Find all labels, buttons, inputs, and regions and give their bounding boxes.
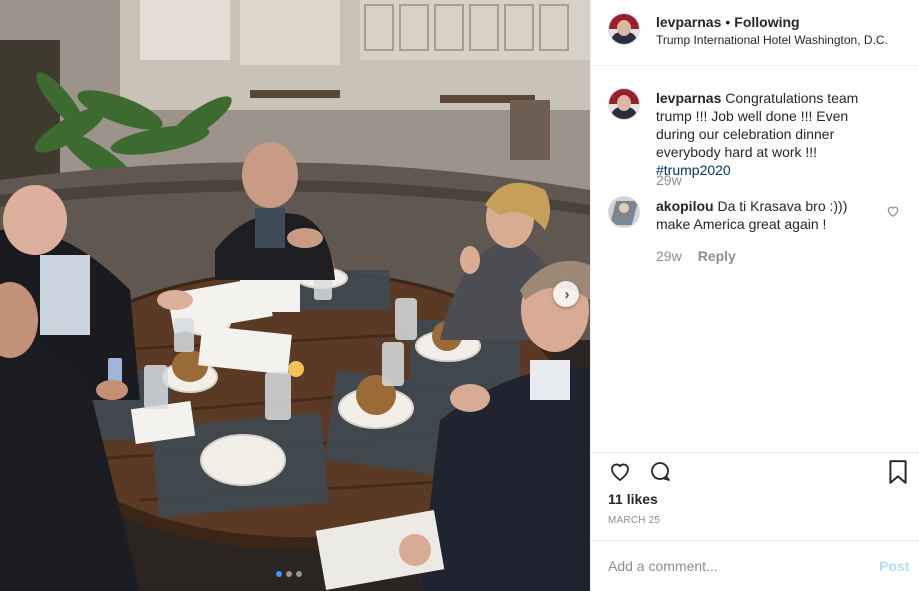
commenter-username[interactable]: akopilou xyxy=(656,198,714,214)
caption-timestamp[interactable]: 29w xyxy=(656,172,682,188)
reply-button[interactable]: Reply xyxy=(698,248,736,264)
bookmark-icon[interactable] xyxy=(887,459,909,485)
small-heart-icon[interactable] xyxy=(886,204,900,218)
comment-meta: 29w Reply xyxy=(656,248,736,264)
post-photo[interactable]: › xyxy=(0,0,590,591)
photo-scene xyxy=(0,0,590,591)
location-link[interactable]: Trump International Hotel Washington, D.… xyxy=(656,33,888,47)
separator-dot: • xyxy=(725,14,731,30)
likes-count[interactable]: 11 likes xyxy=(608,491,658,507)
post-actions: 11 likes MARCH 25 xyxy=(591,452,919,540)
carousel-dots xyxy=(276,571,302,577)
carousel-next-button[interactable]: › xyxy=(553,281,579,307)
post-header: levparnas • Following Trump International … xyxy=(591,0,919,66)
comment-icon[interactable] xyxy=(647,459,673,483)
author-avatar[interactable] xyxy=(608,13,640,45)
author-line: levparnas • Following xyxy=(656,14,800,30)
chevron-right-icon: › xyxy=(564,285,570,303)
carousel-dot xyxy=(286,571,292,577)
following-button[interactable]: Following xyxy=(734,14,799,30)
carousel-dot xyxy=(296,571,302,577)
comment-timestamp[interactable]: 29w xyxy=(656,248,682,264)
comment-text: akopilou Da ti Krasava bro :))) make Ame… xyxy=(656,197,876,233)
commenter-avatar[interactable] xyxy=(608,196,640,228)
post-side-panel: levparnas • Following Trump International … xyxy=(590,0,919,591)
caption-avatar[interactable] xyxy=(608,88,640,120)
caption-text: levparnas Congratulations team trump !!!… xyxy=(656,89,888,179)
comment-input[interactable] xyxy=(608,554,858,578)
carousel-dot xyxy=(276,571,282,577)
author-username[interactable]: levparnas xyxy=(656,14,721,30)
post-comment-button[interactable]: Post xyxy=(879,558,909,574)
comments-section[interactable]: levparnas Congratulations team trump !!!… xyxy=(591,66,919,452)
add-comment-bar: Post xyxy=(591,540,919,591)
heart-icon[interactable] xyxy=(607,459,633,483)
post-date[interactable]: MARCH 25 xyxy=(608,515,660,526)
caption-username[interactable]: levparnas xyxy=(656,90,721,106)
